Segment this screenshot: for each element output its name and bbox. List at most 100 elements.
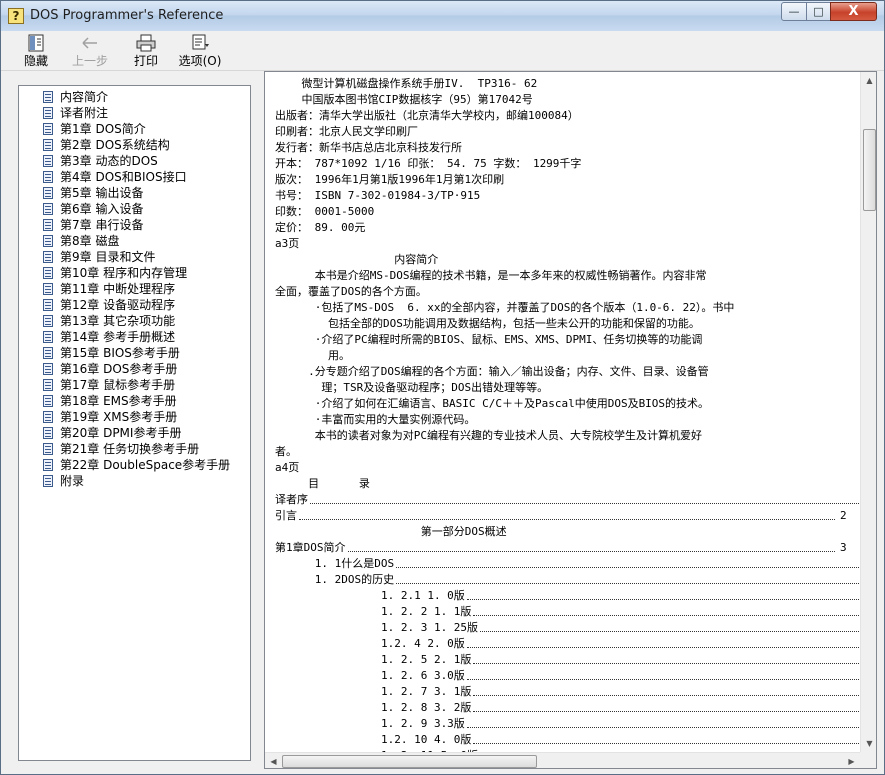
- close-button[interactable]: X: [830, 2, 877, 21]
- document-page-icon: [43, 267, 53, 279]
- help-book-icon: ?: [8, 8, 24, 24]
- document-page-icon: [43, 283, 53, 295]
- minimize-button[interactable]: —: [781, 2, 807, 21]
- dot-leader: [473, 648, 861, 664]
- content-line: 中国版本图书馆CIP数据核字（95）第17042号: [275, 93, 533, 106]
- scroll-right-arrow-icon[interactable]: ▶: [843, 753, 860, 768]
- toc-item-label: 第12章 设备驱动程序: [60, 298, 176, 312]
- dot-leader: [310, 488, 861, 504]
- document-page-icon: [43, 299, 53, 311]
- toc-item-label: 第20章 DPMI参考手册: [60, 426, 182, 440]
- toc-item-label: 第17章 鼠标参考手册: [60, 378, 176, 392]
- contents-entry-text: 1. 2. 6 3.0版: [275, 669, 465, 682]
- topic-content: 微型计算机磁盘操作系统手册IV. TP316- 62 中国版本图书馆CIP数据核…: [265, 72, 861, 752]
- dot-leader: [299, 504, 835, 520]
- toc-item-label: 第9章 目录和文件: [60, 250, 156, 264]
- app-window: ? DOS Programmer's Reference — □ X 隐藏 上一…: [0, 0, 885, 775]
- content-line: 理；TSR及设备驱动程序；DOS出错处理等等。: [275, 381, 549, 394]
- scroll-corner: [860, 752, 876, 768]
- toc-item-label: 第7章 串行设备: [60, 218, 144, 232]
- window-title: DOS Programmer's Reference: [30, 8, 224, 23]
- content-line: 全面，覆盖了DOS的各个方面。: [275, 285, 427, 298]
- contents-entry-text: 1. 1什么是DOS: [275, 557, 395, 570]
- document-page-icon: [43, 251, 53, 263]
- contents-entry-text: 1. 2.1 1. 0版: [275, 589, 465, 602]
- dot-leader: [473, 600, 861, 616]
- print-button[interactable]: 打印: [129, 34, 163, 70]
- toc-item-label: 第19章 XMS参考手册: [60, 410, 178, 424]
- contents-entry-text: 1. 2. 7 3. 1版: [275, 685, 472, 698]
- content-line: a4页: [275, 461, 300, 474]
- content-line: ·介绍了PC编程时所需的BIOS、鼠标、EMS、XMS、DPMI、任务切换等的功…: [275, 333, 703, 346]
- contents-entry: 引言: [275, 508, 861, 524]
- toc-item-label: 附录: [60, 474, 85, 488]
- document-page-icon: [43, 171, 53, 183]
- options-icon: [192, 34, 209, 50]
- content-line: 定价： 89. 00元: [275, 221, 366, 234]
- content-line: 书号： ISBN 7-302-01984-3/TP·915: [275, 189, 481, 202]
- toc-item-label: 第3章 动态的DOS: [60, 154, 158, 168]
- document-page-icon: [43, 139, 53, 151]
- dot-leader: [396, 552, 861, 568]
- content-line: 版次： 1996年1月第1版1996年1月第1次印刷: [275, 173, 505, 186]
- horizontal-scrollbar[interactable]: ◀ ▶: [265, 752, 860, 768]
- content-line: 内容简介: [275, 253, 439, 266]
- dot-leader: [473, 696, 861, 712]
- scroll-up-arrow-icon[interactable]: ▲: [861, 72, 876, 89]
- content-line: 本书的读者对象为对PC编程有兴趣的专业技术人员、大专院校学生及计算机爱好: [275, 429, 702, 442]
- vertical-scrollbar[interactable]: ▲ ▼: [860, 72, 876, 752]
- options-button[interactable]: 选项(O): [176, 34, 224, 70]
- title-bar[interactable]: ? DOS Programmer's Reference — □ X: [1, 1, 884, 31]
- scroll-left-arrow-icon[interactable]: ◀: [265, 753, 282, 768]
- dot-leader: [473, 728, 861, 744]
- toc-item-label: 译者附注: [60, 106, 109, 120]
- dot-leader: [396, 568, 861, 584]
- contents-entry-text: 1. 2. 3 1. 25版: [275, 621, 479, 634]
- toc-item-label: 第22章 DoubleSpace参考手册: [60, 458, 231, 472]
- document-page-icon: [43, 187, 53, 199]
- content-line: a3页: [275, 237, 300, 250]
- toc-item-label: 第10章 程序和内存管理: [60, 266, 188, 280]
- scroll-down-arrow-icon[interactable]: ▼: [861, 735, 876, 752]
- document-page-icon: [43, 363, 53, 375]
- dot-leader: [466, 712, 861, 728]
- toc-item-label: 第14章 参考手册概述: [60, 330, 176, 344]
- content-line: 本书是介绍MS-DOS编程的技术书籍，是一本多年来的权威性畅销著作。内容非常: [275, 269, 707, 282]
- content-line: 者。: [275, 445, 297, 458]
- back-arrow-icon: [82, 37, 97, 49]
- document-page-icon: [43, 91, 53, 103]
- hide-button[interactable]: 隐藏: [19, 34, 53, 70]
- dot-leader: [466, 584, 861, 600]
- toc-item-label: 第21章 任务切换参考手册: [60, 442, 200, 456]
- printer-icon: [136, 34, 156, 52]
- toc-item-label: 第6章 输入设备: [60, 202, 144, 216]
- vertical-scroll-thumb[interactable]: [863, 129, 876, 211]
- content-line: ·介绍了如何在汇编语言、BASIC C/C＋＋及Pascal中使用DOS及BIO…: [275, 397, 710, 410]
- document-page-icon: [43, 347, 53, 359]
- content-line: 印数： 0001-5000: [275, 205, 375, 218]
- content-line: 开本： 787*1092 1/16 印张： 54. 75 字数： 1299千字: [275, 157, 582, 170]
- toc-item-label: 第13章 其它杂项功能: [60, 314, 176, 328]
- content-line: 出版者：清华大学出版社（北京清华大学校内，邮编100084）: [275, 109, 579, 122]
- document-page-icon: [43, 219, 53, 231]
- content-line: 发行者：新华书店总店北京科技发行所: [275, 141, 462, 154]
- options-label: 选项(O): [178, 54, 222, 68]
- content-line: 用。: [275, 349, 350, 362]
- toc-item-label: 第5章 输出设备: [60, 186, 144, 200]
- back-button[interactable]: 上一步: [67, 34, 113, 70]
- contents-entry-text: 第1章DOS简介: [275, 541, 346, 554]
- document-page-icon: [43, 427, 53, 439]
- hide-label: 隐藏: [23, 54, 48, 68]
- content-line: .分专题介绍了DOS编程的各个方面：输入／输出设备；内存、文件、目录、设备管: [275, 365, 709, 378]
- dot-leader: [466, 632, 861, 648]
- maximize-button[interactable]: □: [806, 2, 831, 21]
- document-page-icon: [43, 331, 53, 343]
- document-page-icon: [43, 235, 53, 247]
- toc-item-label: 第4章 DOS和BIOS接口: [60, 170, 187, 184]
- toc-item-label: 第1章 DOS简介: [60, 122, 146, 136]
- toc-item-label: 内容简介: [60, 90, 109, 104]
- content-line: ·丰富而实用的大量实例源代码。: [275, 413, 476, 426]
- horizontal-scroll-thumb[interactable]: [282, 755, 537, 768]
- content-line: ·包括了MS-DOS 6. xx的全部内容，并覆盖了DOS的各个版本（1.0-6…: [275, 301, 735, 314]
- toc-item-label: 第11章 中断处理程序: [60, 282, 176, 296]
